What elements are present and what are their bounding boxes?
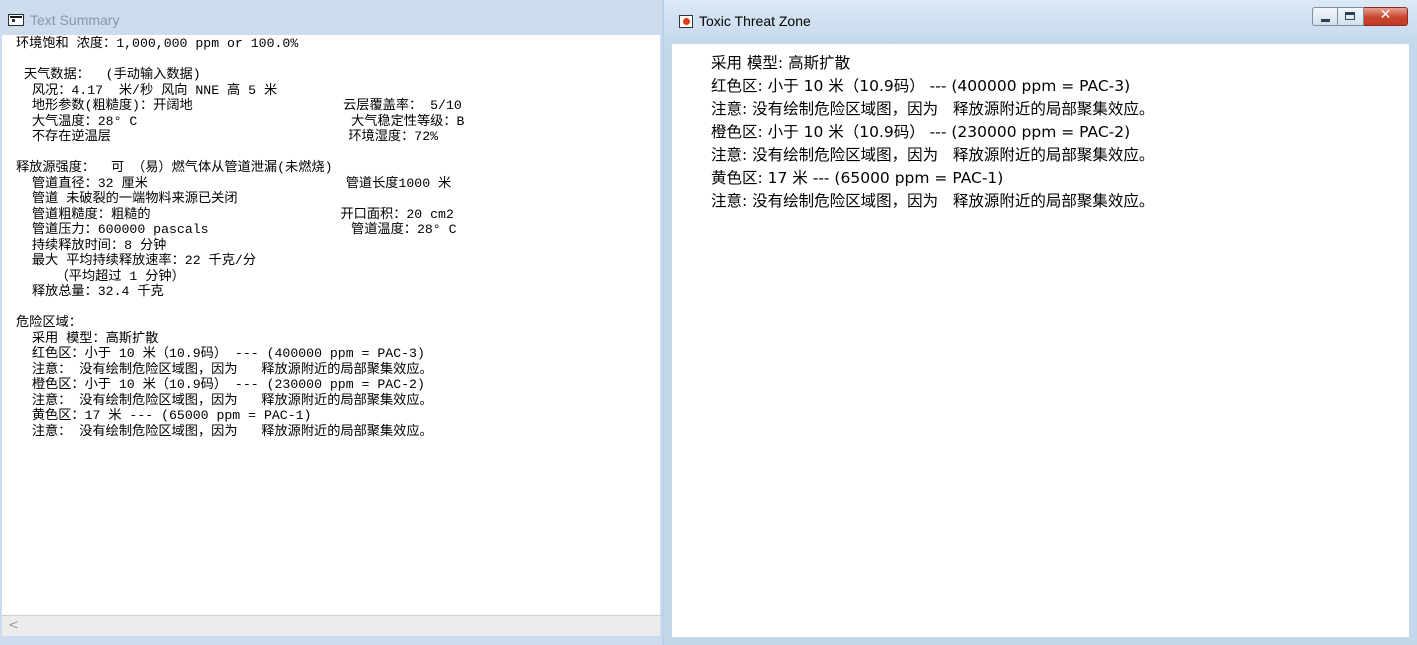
zone-line: 黄色区: 17 米 --- (65000 ppm = PAC-1) bbox=[711, 169, 1004, 187]
window-bottom-border bbox=[0, 636, 662, 645]
summary-line: 释放总量：32.4 千克 bbox=[16, 284, 164, 299]
zone-line: 注意: 没有绘制危险区域图，因为 释放源附近的局部聚集效应。 bbox=[711, 100, 1155, 118]
zone-line: 橙色区: 小于 10 米（10.9码） --- (230000 ppm = PA… bbox=[711, 123, 1131, 141]
toxic-threat-zone-window[interactable]: Toxic Threat Zone ✕ 采用 模型: 高斯扩散 红色区: 小于 … bbox=[664, 0, 1417, 645]
summary-line: 采用 模型：高斯扩散 bbox=[16, 330, 159, 346]
summary-line: 管道粗糙度：粗糙的 开口面积：20 cm2 bbox=[16, 206, 454, 222]
maximize-button[interactable] bbox=[1338, 7, 1364, 26]
summary-line: 危险区域： bbox=[16, 315, 82, 330]
minimize-icon bbox=[1321, 19, 1330, 22]
close-button[interactable]: ✕ bbox=[1364, 7, 1408, 26]
summary-line: 注意： 没有绘制危险区域图，因为 释放源附近的局部聚集效应。 bbox=[16, 423, 433, 439]
text-summary-title: Text Summary bbox=[30, 12, 120, 28]
threat-zone-app-icon bbox=[679, 15, 693, 28]
summary-line: 环境饱和 浓度：1,000,000 ppm or 100.0% bbox=[16, 36, 299, 51]
text-summary-body: 环境饱和 浓度：1,000,000 ppm or 100.0% 天气数据： (手… bbox=[16, 36, 464, 439]
scroll-left-arrow-icon[interactable]: < bbox=[8, 618, 19, 633]
zone-line: 采用 模型: 高斯扩散 bbox=[711, 54, 851, 72]
summary-line: 红色区：小于 10 米（10.9码） --- (400000 ppm = PAC… bbox=[16, 346, 425, 361]
zone-line: 红色区: 小于 10 米（10.9码） --- (400000 ppm = PA… bbox=[711, 77, 1131, 95]
text-summary-window[interactable]: Text Summary 环境饱和 浓度：1,000,000 ppm or 10… bbox=[0, 0, 662, 645]
zone-line: 注意: 没有绘制危险区域图，因为 释放源附近的局部聚集效应。 bbox=[711, 146, 1155, 164]
summary-line: 管道 未破裂的一端物料来源已关闭 bbox=[16, 191, 238, 206]
summary-line: 持续释放时间：8 分钟 bbox=[16, 237, 167, 253]
summary-line: 地形参数(粗糙度)：开阔地 云层覆盖率： 5/10 bbox=[16, 98, 462, 113]
close-icon: ✕ bbox=[1379, 7, 1392, 23]
text-summary-titlebar[interactable]: Text Summary bbox=[0, 0, 662, 35]
summary-line: 最大 平均持续释放速率：22 千克/分 bbox=[16, 253, 257, 268]
summary-line: 大气温度：28° C 大气稳定性等级：B bbox=[16, 113, 465, 129]
summary-line: 橙色区：小于 10 米（10.9码） --- (230000 ppm = PAC… bbox=[16, 377, 425, 392]
summary-line: 注意： 没有绘制危险区域图，因为 释放源附近的局部聚集效应。 bbox=[16, 392, 433, 408]
caption-buttons: ✕ bbox=[1312, 7, 1408, 26]
maximize-icon bbox=[1345, 12, 1355, 20]
threat-zone-body: 采用 模型: 高斯扩散 红色区: 小于 10 米（10.9码） --- (400… bbox=[711, 52, 1154, 213]
summary-line: 释放源强度： 可 （易）燃气体从管道泄漏(未燃烧) bbox=[16, 160, 333, 175]
summary-line: 管道直径：32 厘米 管道长度1000 米 bbox=[16, 175, 452, 191]
summary-line: 不存在逆温层 环境湿度：72% bbox=[16, 129, 439, 144]
text-summary-content-area[interactable]: 环境饱和 浓度：1,000,000 ppm or 100.0% 天气数据： (手… bbox=[2, 35, 660, 615]
summary-line: 风况：4.17 米/秒 风向 NNE 高 5 米 bbox=[16, 82, 278, 98]
summary-line: 管道压力：600000 pascals 管道温度：28° C bbox=[16, 222, 457, 237]
toxic-threat-zone-titlebar[interactable]: Toxic Threat Zone ✕ bbox=[664, 0, 1417, 44]
toxic-threat-zone-title: Toxic Threat Zone bbox=[699, 13, 811, 29]
summary-line: 注意： 没有绘制危险区域图，因为 释放源附近的局部聚集效应。 bbox=[16, 361, 433, 377]
text-summary-app-icon bbox=[8, 14, 24, 26]
summary-line: 天气数据： (手动输入数据) bbox=[16, 67, 201, 82]
horizontal-scrollbar[interactable]: < bbox=[2, 615, 660, 636]
zone-line: 注意: 没有绘制危险区域图，因为 释放源附近的局部聚集效应。 bbox=[711, 192, 1155, 210]
minimize-button[interactable] bbox=[1312, 7, 1338, 26]
summary-line: （平均超过 1 分钟） bbox=[16, 268, 185, 284]
summary-line: 黄色区：17 米 --- (65000 ppm = PAC-1) bbox=[16, 408, 312, 423]
